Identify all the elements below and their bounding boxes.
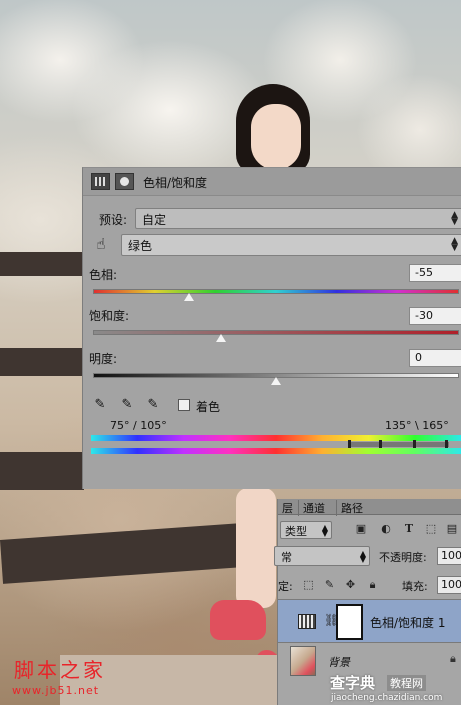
smart-object-filter-icon[interactable]: ▤ [445, 522, 459, 536]
channel-value: 绿色 [128, 239, 153, 253]
panel-title: 色相/饱和度 [143, 176, 208, 190]
range-right-readout: 135° \ 165° [385, 419, 449, 432]
tab-channels[interactable]: 通道 [298, 500, 329, 516]
panel-header: 色相/饱和度 [83, 168, 461, 196]
blend-mode-select[interactable]: 常 ▲ ▼ [274, 546, 370, 566]
layer-row-hue-saturation[interactable]: ⛓ 色相/饱和度 1 [278, 599, 461, 643]
preset-value: 自定 [142, 213, 167, 227]
photo-fence-rail [0, 252, 84, 276]
lock-position-icon[interactable]: ✥ [344, 578, 357, 591]
range-left-readout: 75° / 105° [110, 419, 167, 432]
lock-label: 定: [278, 580, 293, 593]
watermark-right-url: jiaocheng.chazidian.com [331, 693, 443, 703]
color-range-bar[interactable] [349, 442, 449, 447]
layers-tab-bar: 层 通道 路径 [278, 499, 461, 516]
adjustment-filter-icon[interactable]: ◐ [379, 522, 393, 536]
layer-name: 背景 [328, 656, 350, 669]
preset-label: 预设: [99, 213, 128, 227]
opacity-label: 不透明度: [379, 551, 427, 564]
blend-mode-value: 常 [281, 551, 292, 564]
dropdown-arrows-icon: ▲ ▼ [321, 523, 328, 538]
hue-slider-thumb[interactable] [182, 292, 195, 302]
saturation-slider[interactable] [93, 330, 459, 343]
photo-leg [236, 488, 276, 608]
lightness-slider[interactable] [93, 373, 459, 386]
lock-image-pixels-icon[interactable]: ✎ [323, 578, 336, 591]
watermark-left-url: www.jb51.net [12, 684, 100, 697]
lock-icon: 🔒︎ [450, 652, 456, 665]
watermark-right: 查字典 [330, 674, 376, 692]
shape-filter-icon[interactable]: ⬚ [424, 522, 438, 536]
dropdown-arrows-icon: ▲ ▼ [451, 210, 458, 227]
layer-filter-select[interactable]: 类型 ▲ ▼ [280, 521, 332, 539]
saturation-slider-thumb[interactable] [215, 333, 228, 343]
photo-fence-rail [0, 452, 84, 490]
dropdown-arrows-icon: ▲ ▼ [451, 236, 458, 253]
background-layer-thumbnail [290, 646, 316, 676]
hue-slider[interactable] [93, 289, 459, 302]
adjustment-layer-icon[interactable] [91, 173, 110, 190]
opacity-field[interactable]: 100% [437, 547, 461, 565]
layer-name: 色相/饱和度 1 [370, 616, 446, 630]
watermark-right-sub: 教程网 [387, 675, 426, 691]
preset-dropdown[interactable]: 自定 ▲ ▼ [135, 208, 461, 229]
lightness-value-field[interactable]: 0 [409, 349, 461, 367]
targeted-adjustment-hand-icon[interactable]: ☝ [91, 234, 111, 254]
lightness-label: 明度: [89, 352, 118, 366]
photo-shoe [210, 600, 266, 640]
hue-value-field[interactable]: -55 [409, 264, 461, 282]
saturation-label: 饱和度: [89, 309, 130, 323]
mask-icon[interactable] [115, 173, 134, 190]
colorize-checkbox[interactable] [178, 399, 190, 411]
type-filter-icon[interactable]: T [402, 522, 416, 536]
layer-filter-value: 类型 [285, 525, 307, 538]
lightness-slider-thumb[interactable] [270, 376, 282, 386]
channel-dropdown[interactable]: 绿色 ▲ ▼ [121, 234, 461, 256]
hue-saturation-panel: 色相/饱和度 预设: 自定 ▲ ▼ ☝ 绿色 ▲ ▼ 色相: -55 饱和度: -3… [82, 167, 461, 489]
dropdown-arrows-icon: ▲ ▼ [359, 549, 366, 564]
eyedropper-minus-icon[interactable]: ✎ [145, 397, 161, 413]
eyedropper-plus-icon[interactable]: ✎ [119, 397, 135, 413]
fill-field[interactable]: 100% [437, 576, 461, 594]
input-color-spectrum [91, 435, 461, 441]
tab-layers[interactable]: 层 [278, 500, 297, 516]
eyedropper-icon[interactable]: ✎ [92, 397, 108, 413]
adjustment-layer-icon [298, 614, 316, 629]
lock-all-icon[interactable]: 🔒︎ [366, 578, 379, 591]
hue-label: 色相: [89, 268, 118, 282]
tab-paths[interactable]: 路径 [336, 500, 367, 516]
output-color-spectrum [91, 448, 461, 454]
colorize-label: 着色 [196, 400, 221, 414]
lock-transparency-icon[interactable]: ⬚ [302, 578, 315, 591]
photo-fence-rail [0, 348, 84, 376]
photo-fence-rail [0, 521, 273, 584]
photo-face [251, 104, 301, 170]
saturation-value-field[interactable]: -30 [409, 307, 461, 325]
image-filter-icon[interactable]: ▣ [354, 522, 368, 536]
layer-mask-thumbnail[interactable] [336, 604, 363, 640]
fill-label: 填充: [402, 580, 428, 593]
watermark-left: 脚本之家 [14, 658, 106, 682]
